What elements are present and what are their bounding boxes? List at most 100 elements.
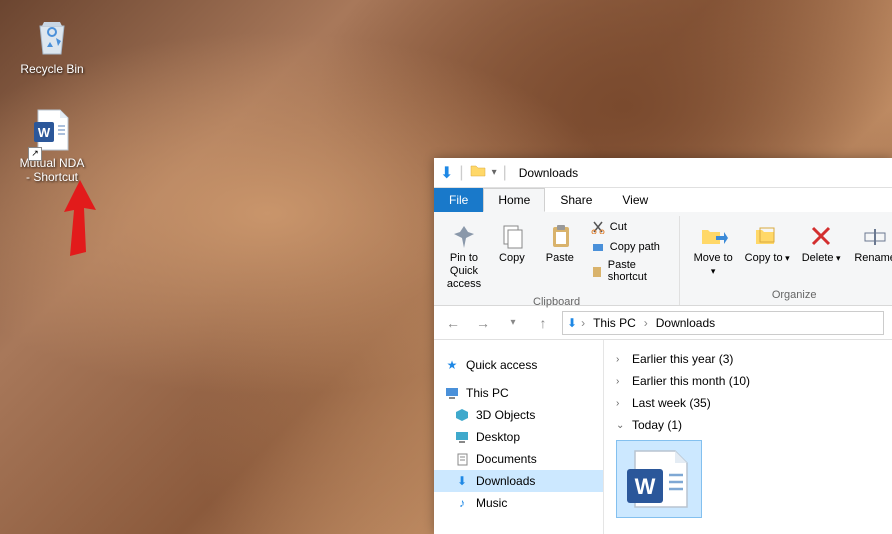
chevron-right-icon: › [616, 398, 626, 409]
rename-button[interactable]: Rename [850, 218, 892, 267]
ribbon-label: Move to [690, 252, 736, 278]
ribbon-label: Paste [546, 252, 574, 265]
group-label: Today (1) [632, 418, 682, 432]
ribbon-label: Delete [802, 252, 841, 265]
annotation-arrow-icon [60, 180, 100, 265]
desktop-icon-label: Recycle Bin [20, 62, 83, 76]
tab-home[interactable]: Home [483, 188, 545, 212]
nav-label: 3D Objects [476, 408, 535, 422]
copy-icon [496, 220, 528, 252]
ribbon-label: Pin to Quick access [444, 252, 484, 292]
svg-text:W: W [38, 125, 51, 140]
divider: | [503, 164, 507, 182]
copy-to-button[interactable]: Copy to [742, 218, 792, 267]
ribbon-label: Copy [499, 252, 525, 265]
group-earlier-this-month[interactable]: › Earlier this month (10) [616, 370, 880, 392]
navigation-pane: ★ Quick access This PC 3D Objects Deskto… [434, 340, 604, 534]
ribbon-group-label: Organize [772, 287, 817, 303]
nav-label: Quick access [466, 358, 537, 372]
copy-button[interactable]: Copy [490, 218, 534, 267]
group-today[interactable]: ⌄ Today (1) [616, 414, 880, 436]
nav-documents[interactable]: Documents [434, 448, 603, 470]
chevron-right-icon: › [581, 316, 585, 330]
tab-file[interactable]: File [434, 188, 483, 212]
word-doc-icon: W [623, 447, 695, 511]
breadcrumb[interactable]: ⬇ › This PC › Downloads [562, 311, 884, 335]
chevron-right-icon: › [616, 376, 626, 387]
desktop-icon [454, 429, 470, 445]
ribbon-label: Rename [854, 252, 892, 265]
folder-icon [470, 163, 486, 182]
paste-button[interactable]: Paste [538, 218, 582, 267]
group-label: Earlier this year (3) [632, 352, 733, 366]
nav-label: Downloads [476, 474, 535, 488]
qat-dropdown[interactable]: ▾ [492, 167, 497, 178]
documents-icon [454, 451, 470, 467]
quick-access-icon: ★ [444, 357, 460, 373]
ribbon-group-organize: Move to Copy to Delete Rename Organize [680, 216, 892, 305]
downloads-icon: ⬇ [454, 473, 470, 489]
title-bar[interactable]: ⬇ | ▾ | Downloads [434, 158, 892, 188]
ribbon-label: Copy to [745, 252, 790, 265]
shortcut-overlay-icon: ↗ [28, 147, 42, 161]
group-last-week[interactable]: › Last week (35) [616, 392, 880, 414]
chevron-right-icon: › [616, 354, 626, 365]
desktop-icon-mutual-nda[interactable]: W ↗ Mutual NDA - Shortcut [14, 102, 90, 189]
ribbon-group-clipboard: Pin to Quick access Copy Paste Cut [434, 216, 680, 305]
desktop-icon-recycle-bin[interactable]: Recycle Bin [14, 8, 90, 80]
divider: | [459, 164, 463, 182]
pin-icon [448, 220, 480, 252]
down-arrow-icon: ⬇ [567, 316, 577, 330]
this-pc-icon [444, 385, 460, 401]
down-arrow-icon[interactable]: ⬇ [440, 163, 453, 183]
copy-path-icon [590, 239, 606, 255]
nav-this-pc[interactable]: This PC [434, 382, 603, 404]
paste-shortcut-button[interactable]: Paste shortcut [586, 258, 671, 284]
nav-label: Desktop [476, 430, 520, 444]
nav-3d-objects[interactable]: 3D Objects [434, 404, 603, 426]
copy-to-icon [751, 220, 783, 252]
breadcrumb-downloads[interactable]: Downloads [652, 316, 719, 330]
recycle-bin-icon [28, 12, 76, 60]
ribbon-label: Copy path [610, 241, 660, 253]
music-icon: ♪ [454, 495, 470, 511]
nav-back-button[interactable]: ← [442, 312, 464, 334]
rename-icon [859, 220, 891, 252]
nav-label: This PC [466, 386, 509, 400]
cut-button[interactable]: Cut [586, 218, 671, 236]
ribbon-tabs: File Home Share View [434, 188, 892, 212]
file-list-pane[interactable]: › Earlier this year (3) › Earlier this m… [604, 340, 892, 534]
3d-objects-icon [454, 407, 470, 423]
nav-desktop[interactable]: Desktop [434, 426, 603, 448]
copy-path-button[interactable]: Copy path [586, 238, 671, 256]
nav-label: Music [476, 496, 507, 510]
explorer-window: ⬇ | ▾ | Downloads File Home Share View P… [434, 158, 892, 534]
file-item-word-doc[interactable]: W [616, 440, 702, 518]
paste-shortcut-icon [590, 263, 604, 279]
ribbon-label: Paste shortcut [608, 259, 667, 283]
breadcrumb-bar: ← → ▾ ↑ ⬇ › This PC › Downloads [434, 306, 892, 340]
pin-to-quick-access-button[interactable]: Pin to Quick access [442, 218, 486, 294]
tab-share[interactable]: Share [545, 188, 607, 212]
breadcrumb-this-pc[interactable]: This PC [589, 316, 640, 330]
ribbon-label: Cut [610, 221, 627, 233]
group-label: Earlier this month (10) [632, 374, 750, 388]
paste-icon [544, 220, 576, 252]
nav-up-button[interactable]: ↑ [532, 312, 554, 334]
chevron-down-icon: ⌄ [616, 420, 626, 431]
ribbon: Pin to Quick access Copy Paste Cut [434, 212, 892, 306]
move-to-icon [697, 220, 729, 252]
delete-icon [805, 220, 837, 252]
delete-button[interactable]: Delete [796, 218, 846, 267]
nav-recent-dropdown[interactable]: ▾ [502, 312, 524, 334]
nav-forward-button[interactable]: → [472, 312, 494, 334]
cut-icon [590, 219, 606, 235]
chevron-right-icon: › [644, 316, 648, 330]
nav-downloads[interactable]: ⬇ Downloads [434, 470, 603, 492]
nav-quick-access[interactable]: ★ Quick access [434, 354, 603, 376]
move-to-button[interactable]: Move to [688, 218, 738, 280]
group-earlier-this-year[interactable]: › Earlier this year (3) [616, 348, 880, 370]
nav-music[interactable]: ♪ Music [434, 492, 603, 514]
window-title: Downloads [519, 166, 578, 180]
tab-view[interactable]: View [607, 188, 663, 212]
